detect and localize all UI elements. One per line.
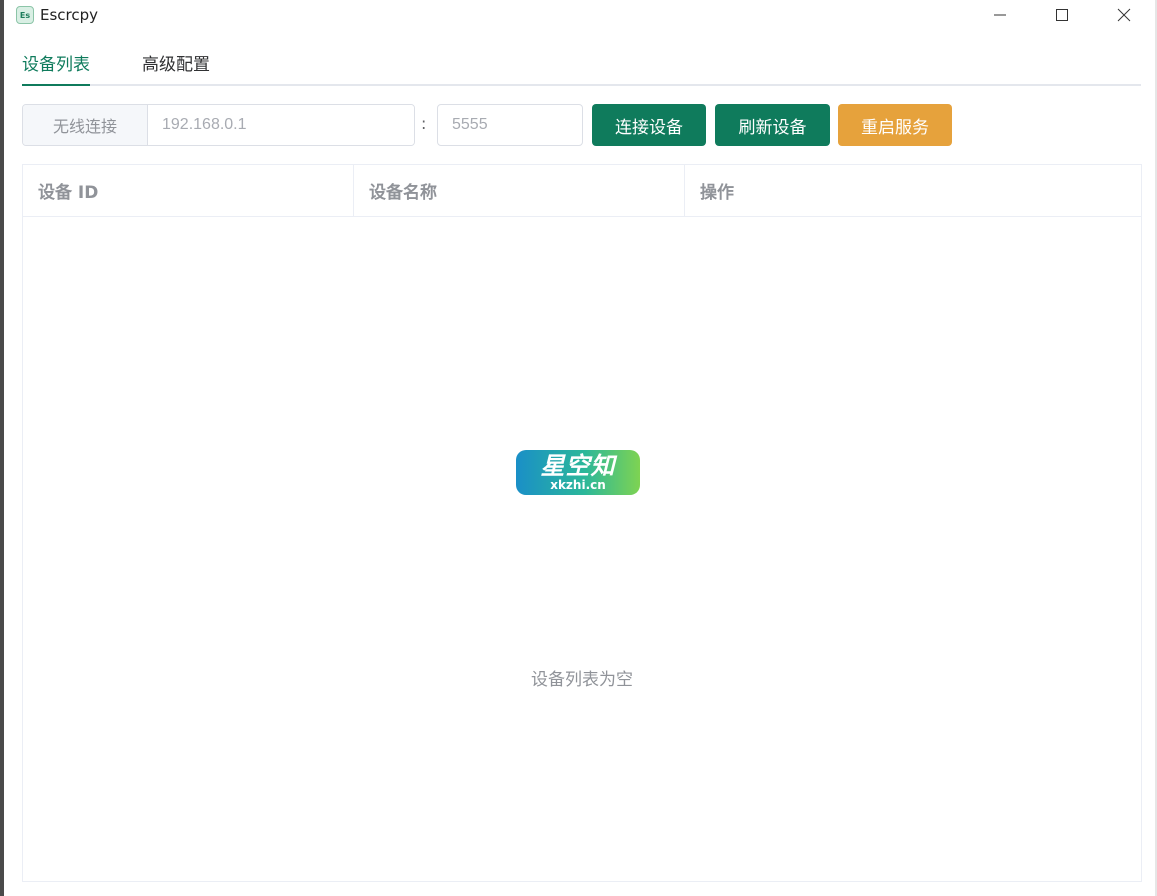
column-header-device-name[interactable]: 设备名称	[354, 165, 685, 216]
table-body: 设备列表为空	[23, 217, 1141, 881]
column-header-device-id[interactable]: 设备 ID	[23, 165, 354, 216]
device-table: 设备 ID 设备名称 操作 设备列表为空	[22, 164, 1142, 882]
minimize-button[interactable]	[969, 0, 1031, 30]
maximize-icon	[1056, 9, 1068, 21]
watermark-main-text: 星空知	[540, 452, 616, 480]
close-icon	[1117, 8, 1131, 22]
table-header: 设备 ID 设备名称 操作	[23, 165, 1141, 217]
connect-device-button[interactable]: 连接设备	[592, 104, 706, 146]
column-header-actions[interactable]: 操作	[685, 165, 1141, 216]
restart-service-button[interactable]: 重启服务	[838, 104, 952, 146]
watermark-sub-text: xkzhi.cn	[550, 478, 606, 492]
window-controls	[969, 0, 1155, 30]
refresh-devices-button[interactable]: 刷新设备	[715, 104, 830, 146]
app-logo-icon: Es	[16, 6, 34, 24]
tab-device-list[interactable]: 设备列表	[22, 40, 90, 86]
tab-advanced-config[interactable]: 高级配置	[142, 40, 210, 84]
main-tabs: 设备列表 高级配置	[22, 40, 1141, 86]
minimize-icon	[994, 14, 1006, 16]
window-title: Escrcpy	[40, 6, 99, 24]
port-input[interactable]	[437, 104, 583, 146]
empty-list-text: 设备列表为空	[531, 670, 633, 690]
wireless-connect-label: 无线连接	[23, 105, 148, 145]
watermark-logo: 星空知 xkzhi.cn	[516, 450, 640, 495]
title-bar: Es Escrcpy	[4, 0, 1155, 30]
ip-port-separator: :	[421, 114, 427, 133]
maximize-button[interactable]	[1031, 0, 1093, 30]
ip-input-group: 无线连接	[22, 104, 415, 146]
connection-toolbar: 无线连接 : 连接设备 刷新设备 重启服务	[22, 104, 962, 146]
ip-address-input[interactable]	[148, 105, 414, 145]
close-button[interactable]	[1093, 0, 1155, 30]
window-left-edge	[0, 0, 4, 896]
